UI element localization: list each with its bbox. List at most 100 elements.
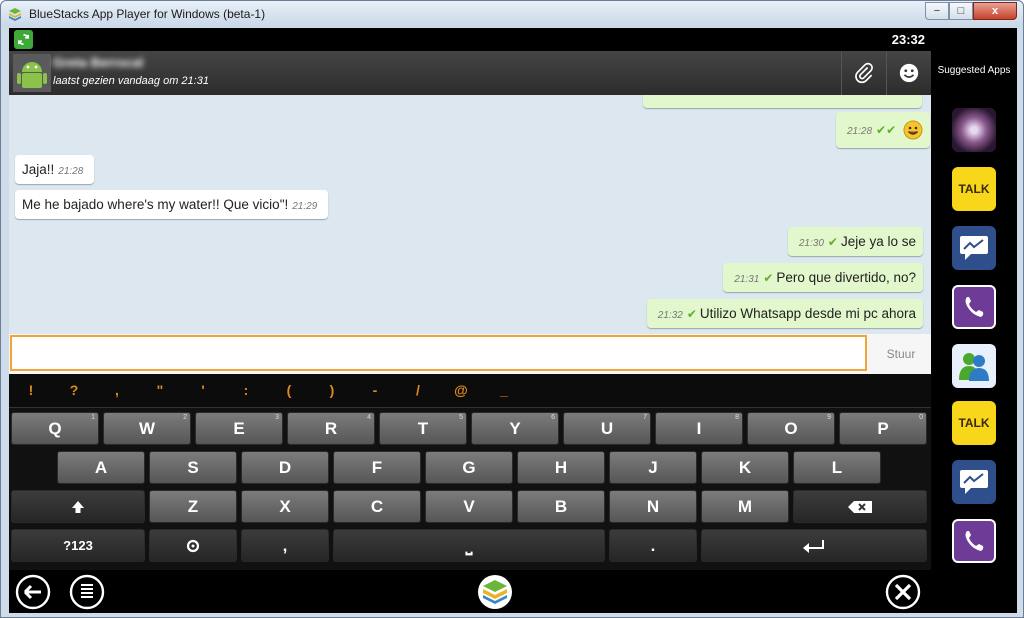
viber-app-icon[interactable]: [952, 519, 996, 563]
compose-bar: Stuur: [9, 334, 931, 374]
title-bar: BlueStacks App Player for Windows (beta-…: [1, 1, 1023, 27]
message-text: Utilizo Whatsapp desde mi pc ahora: [699, 306, 916, 321]
maximize-button[interactable]: □: [949, 2, 973, 20]
key-i[interactable]: I8: [655, 412, 743, 445]
kakaotalk-app-icon[interactable]: TALK: [952, 167, 996, 211]
key-z[interactable]: Z: [149, 490, 237, 523]
attach-button[interactable]: [841, 51, 886, 95]
key-label: I: [696, 418, 702, 438]
messenger-app-icon[interactable]: [952, 226, 996, 270]
key-w[interactable]: W2: [103, 412, 191, 445]
message-time: 21:31: [734, 274, 760, 285]
contact-name: Greta Berrocal: [53, 55, 144, 70]
paperclip-icon: [855, 62, 873, 84]
space-key[interactable]: ⎵: [333, 529, 605, 562]
key-t[interactable]: T5: [379, 412, 467, 445]
message-time: 21:28: [847, 126, 873, 137]
bluestacks-home-icon[interactable]: [477, 574, 513, 610]
send-button[interactable]: Stuur: [871, 334, 931, 374]
msn-messenger-app-icon[interactable]: [952, 344, 996, 388]
enter-arrow-icon: [803, 539, 824, 553]
symbol-key[interactable]: ?: [54, 382, 94, 398]
settings-key[interactable]: [149, 529, 237, 562]
key-sub: 1: [91, 414, 95, 421]
status-bar: 23:32: [9, 28, 931, 51]
key-e[interactable]: E3: [195, 412, 283, 445]
menu-icon[interactable]: [69, 574, 105, 610]
symbol-key[interactable]: /: [398, 382, 438, 398]
chat-area[interactable]: 21:28 ✔ ✔ Jaja!! 21:28 Me he bajado where's…: [9, 95, 931, 334]
galaxy-app-icon[interactable]: [952, 108, 996, 152]
key-d[interactable]: D: [241, 451, 329, 484]
key-x[interactable]: X: [241, 490, 329, 523]
key-o[interactable]: O9: [747, 412, 835, 445]
shift-key[interactable]: [11, 490, 145, 523]
key-q[interactable]: Q1: [11, 412, 99, 445]
key-n[interactable]: N: [609, 490, 697, 523]
message-input[interactable]: [10, 335, 867, 371]
key-label: Q: [48, 418, 62, 438]
suggested-apps-title: Suggested Apps: [937, 65, 1011, 76]
gear-icon: [186, 539, 200, 552]
message-bubble-partial: [643, 95, 922, 108]
message-bubble: 21:30 ✔ Jeje ya lo se: [787, 227, 923, 256]
key-h[interactable]: H: [517, 451, 605, 484]
symbol-key[interactable]: @: [441, 382, 481, 398]
key-label: O: [784, 418, 798, 438]
bluestacks-icon: [9, 8, 21, 21]
key-b[interactable]: B: [517, 490, 605, 523]
key-m[interactable]: M: [701, 490, 789, 523]
key-sub: 6: [551, 414, 555, 421]
smiley-emoji-icon: [903, 120, 923, 140]
backspace-key[interactable]: [793, 490, 927, 523]
android-avatar-icon[interactable]: [13, 54, 51, 92]
symbol-row: ! ? , " ' : ( ) - / @ _: [9, 374, 931, 408]
viber-app-icon[interactable]: [952, 285, 996, 329]
message-bubble: Me he bajado where's my water!! Que vici…: [15, 190, 329, 219]
check-icon: ✔: [686, 307, 697, 321]
messenger-app-icon[interactable]: [952, 460, 996, 504]
check-icon: ✔: [763, 271, 774, 285]
key-j[interactable]: J: [609, 451, 697, 484]
key-f[interactable]: F: [333, 451, 421, 484]
message-time: 21:30: [798, 238, 824, 249]
symbol-key[interactable]: ,: [97, 382, 137, 398]
key-r[interactable]: R4: [287, 412, 375, 445]
kakaotalk-app-icon[interactable]: TALK: [952, 401, 996, 445]
emoji-button[interactable]: [886, 51, 931, 95]
last-seen-text: laatst gezien vandaag om 21:31: [53, 75, 209, 87]
message-text: Me he bajado where's my water!! Que vici…: [22, 197, 289, 212]
symbol-key[interactable]: :: [226, 382, 266, 398]
key-k[interactable]: K: [701, 451, 789, 484]
symbol-key[interactable]: -: [355, 382, 395, 398]
key-s[interactable]: S: [149, 451, 237, 484]
symbol-key[interactable]: ": [140, 382, 180, 398]
symbols-mode-key[interactable]: ?123: [11, 529, 145, 562]
soft-keyboard: ! ? , " ' : ( ) - / @ _ Q1 W2 E3 R4 T5 Y…: [9, 374, 931, 613]
android-screen: 23:32 Greta Berrocal laatst gezien vanda…: [9, 28, 931, 613]
close-button[interactable]: x: [973, 2, 1017, 20]
message-bubble: Jaja!! 21:28: [15, 155, 95, 184]
key-a[interactable]: A: [57, 451, 145, 484]
key-y[interactable]: Y6: [471, 412, 559, 445]
key-label: E: [233, 418, 245, 438]
symbol-key[interactable]: _: [484, 382, 524, 398]
symbol-key[interactable]: ': [183, 382, 223, 398]
key-l[interactable]: L: [793, 451, 881, 484]
symbol-key[interactable]: (: [269, 382, 309, 398]
key-label: U: [600, 418, 614, 438]
tools-icon[interactable]: [885, 574, 921, 610]
back-arrow-icon[interactable]: [15, 574, 51, 610]
comma-key[interactable]: ,: [241, 529, 329, 562]
symbol-key[interactable]: !: [11, 382, 51, 398]
key-g[interactable]: G: [425, 451, 513, 484]
symbol-key[interactable]: ): [312, 382, 352, 398]
key-p[interactable]: P0: [839, 412, 927, 445]
key-v[interactable]: V: [425, 490, 513, 523]
enter-key[interactable]: [701, 529, 927, 562]
minimize-button[interactable]: −: [925, 2, 949, 20]
period-key[interactable]: .: [609, 529, 697, 562]
key-c[interactable]: C: [333, 490, 421, 523]
message-bubble: 21:31 ✔ Pero que divertido, no?: [723, 263, 923, 292]
key-u[interactable]: U7: [563, 412, 651, 445]
